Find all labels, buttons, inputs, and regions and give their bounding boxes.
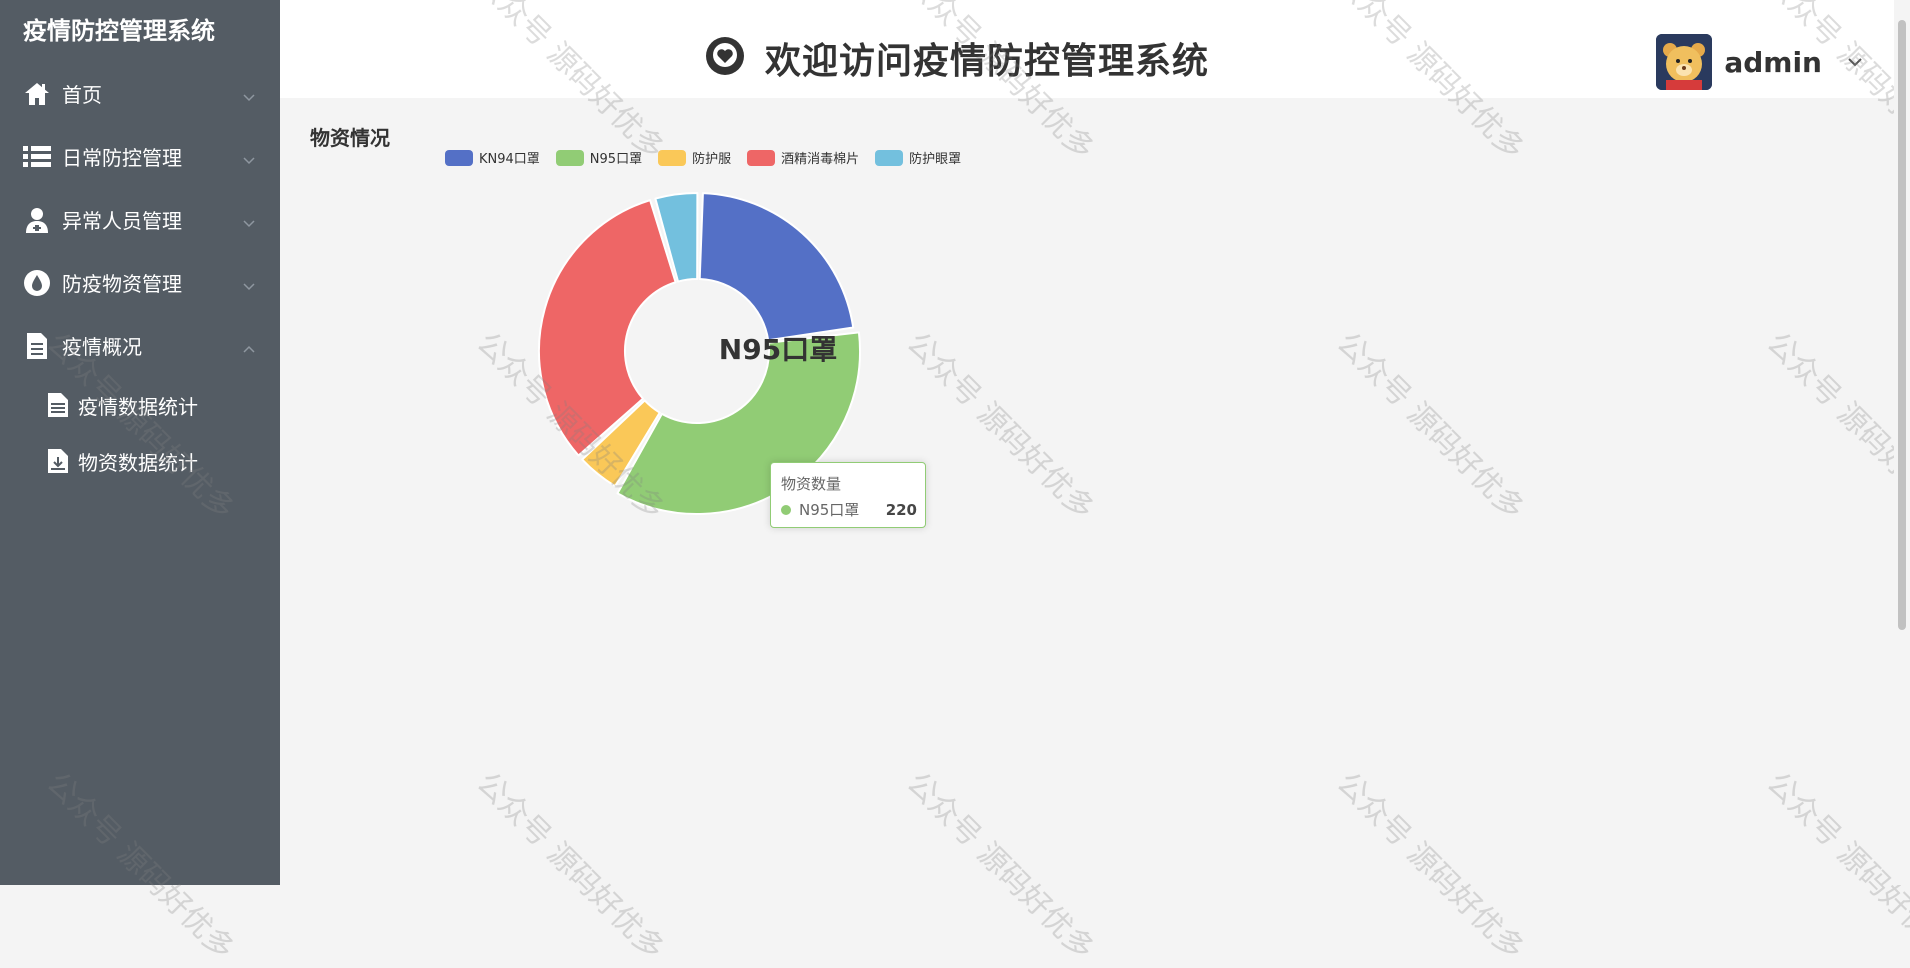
sidebar-subitem-epidemic-stats[interactable]: 疫情数据统计: [0, 377, 280, 433]
tooltip-row: N95口罩 220: [781, 499, 917, 520]
legend-label: 防护服: [692, 152, 732, 167]
donut-slice[interactable]: [698, 192, 855, 342]
page-scrollbar[interactable]: [1894, 0, 1910, 885]
sidebar-item-overview[interactable]: 疫情概况: [0, 314, 280, 377]
legend-item[interactable]: KN94口罩: [445, 148, 540, 167]
chevron-down-icon: [242, 212, 256, 228]
heart-user-icon: [705, 36, 745, 80]
legend-label: KN94口罩: [479, 152, 540, 167]
avatar[interactable]: [1656, 34, 1713, 90]
legend-swatch: [445, 149, 473, 166]
scrollbar-thumb[interactable]: [1898, 20, 1906, 630]
sidebar-item-supplies[interactable]: 防疫物资管理: [0, 251, 280, 314]
legend-label: 酒精消毒棉片: [781, 152, 860, 167]
legend-swatch: [747, 149, 776, 166]
tooltip-dot: [781, 504, 791, 515]
supplies-donut-chart: [538, 192, 861, 515]
user-menu[interactable]: admin: [1656, 34, 1864, 90]
home-icon: [22, 79, 52, 109]
chevron-up-icon: [242, 338, 256, 353]
chart-legend: KN94口罩 N95口罩 防护服 酒精消毒棉片 防护眼罩: [445, 148, 961, 167]
page-title: 欢迎访问疫情防控管理系统: [765, 41, 1210, 82]
chevron-down-icon: [242, 86, 256, 102]
tooltip-name: N95口罩: [799, 501, 860, 519]
sidebar-item-home[interactable]: 首页: [0, 62, 280, 125]
username[interactable]: admin: [1724, 46, 1822, 79]
document-icon: [22, 331, 52, 361]
header-title-group: 欢迎访问疫情防控管理系统: [705, 32, 1209, 84]
sidebar-item-abnormal-persons[interactable]: 异常人员管理: [0, 188, 280, 251]
file-download-icon: [46, 447, 70, 475]
sidebar: 疫情防控管理系统 首页 日常防控管理 异常人员管理 防疫物资管理 疫情概况 疫情…: [0, 0, 280, 885]
chevron-down-icon: [242, 149, 256, 165]
sidebar-subitem-supplies-stats[interactable]: 物资数据统计: [0, 433, 280, 489]
sidebar-item-daily-control[interactable]: 日常防控管理: [0, 125, 280, 188]
legend-swatch: [555, 149, 584, 166]
sidebar-item-label: 异常人员管理: [62, 209, 182, 233]
chevron-down-icon: [242, 275, 256, 291]
file-chart-icon: [46, 391, 70, 419]
tooltip-value: 220: [885, 500, 917, 519]
tooltip-title: 物资数量: [781, 475, 842, 493]
legend-item[interactable]: 防护眼罩: [875, 148, 961, 167]
legend-item[interactable]: 防护服: [658, 148, 731, 167]
legend-item[interactable]: N95口罩: [555, 148, 643, 167]
donut-center-label: N95口罩: [718, 333, 838, 366]
legend-label: N95口罩: [589, 152, 643, 167]
chevron-down-icon[interactable]: [1846, 53, 1864, 71]
legend-swatch: [875, 149, 904, 166]
chart-tooltip: 物资数量 N95口罩 220: [770, 462, 926, 528]
drop-icon: [22, 268, 52, 298]
chart-title: 物资情况: [310, 126, 390, 150]
sidebar-item-label: 首页: [62, 83, 102, 107]
list-icon: [22, 142, 52, 172]
legend-swatch: [658, 149, 687, 166]
sidebar-subitem-label: 物资数据统计: [78, 450, 198, 475]
legend-item[interactable]: 酒精消毒棉片: [747, 148, 859, 167]
main-content: 物资情况 KN94口罩 N95口罩 防护服 酒精消毒棉片 防护眼罩 N95口罩 物资数量…: [280, 98, 1894, 885]
sidebar-item-label: 日常防控管理: [62, 146, 182, 170]
app-brand: 疫情防控管理系统: [23, 17, 215, 45]
sidebar-subitem-label: 疫情数据统计: [78, 394, 198, 419]
sidebar-item-label: 防疫物资管理: [62, 272, 182, 296]
legend-label: 防护眼罩: [909, 152, 962, 167]
user-nurse-icon: [22, 205, 52, 235]
top-header: 欢迎访问疫情防控管理系统 admin: [280, 0, 1894, 98]
sidebar-item-label: 疫情概况: [62, 335, 142, 359]
